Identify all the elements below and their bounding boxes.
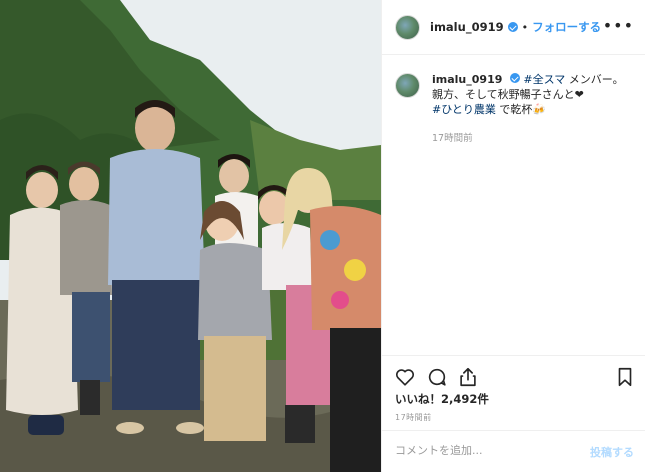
post-timestamp[interactable]: 17時間前 — [395, 412, 432, 423]
post-side-panel: imalu_0919 • フォローする ••• imalu_0919 #全スマ … — [381, 0, 645, 472]
caption-line-2: 親方、そして秋野暢子さんと❤ — [432, 88, 584, 101]
comment-box: 投稿する — [382, 430, 645, 472]
caption-line-1: imalu_0919 #全スマ メンバー。 — [432, 72, 624, 87]
caption-avatar[interactable] — [395, 73, 420, 98]
comment-input[interactable] — [395, 444, 585, 457]
caption-time-ago[interactable]: 17時間前 — [432, 131, 624, 146]
hashtag-link[interactable]: #全スマ — [523, 73, 565, 86]
more-options-icon[interactable]: ••• — [603, 18, 634, 34]
header-separator: • — [521, 20, 529, 34]
post-comment-button[interactable]: 投稿する — [590, 444, 634, 460]
likes-count[interactable]: いいね！2,492件 — [395, 391, 489, 407]
caption-text: で乾杯🍻 — [495, 103, 547, 116]
caption-line-3: #ひとり農業 で乾杯🍻 — [432, 102, 624, 117]
instagram-post: imalu_0919 • フォローする ••• imalu_0919 #全スマ … — [0, 0, 645, 472]
caption-body: imalu_0919 #全スマ メンバー。 親方、そして秋野暢子さんと❤ #ひと… — [432, 72, 624, 146]
caption-text: メンバー。 — [565, 73, 624, 86]
author-avatar[interactable] — [395, 14, 420, 40]
heart-icon[interactable] — [394, 366, 416, 388]
post-header: imalu_0919 • フォローする ••• — [382, 0, 645, 55]
follow-button[interactable]: フォローする — [532, 19, 601, 35]
post-caption: imalu_0919 #全スマ メンバー。 親方、そして秋野暢子さんと❤ #ひと… — [395, 72, 635, 146]
hashtag-link[interactable]: #ひとり農業 — [432, 103, 496, 116]
author-username[interactable]: imalu_0919 — [430, 20, 504, 34]
action-icons-row — [394, 366, 636, 388]
caption-username[interactable]: imalu_0919 — [432, 73, 502, 86]
share-icon[interactable] — [457, 366, 479, 388]
group-photo-image — [0, 0, 381, 472]
post-photo[interactable] — [0, 0, 381, 472]
verified-badge-icon — [507, 22, 518, 32]
comment-icon[interactable] — [426, 366, 448, 388]
caption-verified-badge-icon — [509, 73, 520, 83]
bookmark-icon[interactable] — [614, 366, 636, 388]
